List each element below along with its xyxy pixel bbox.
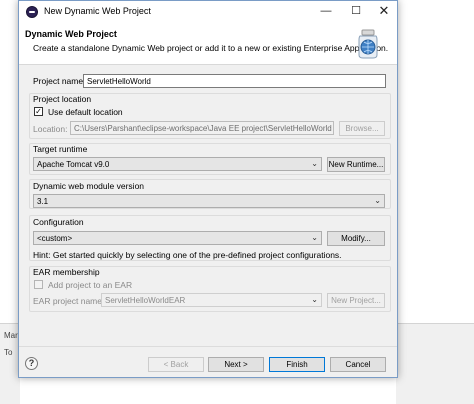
add-to-ear-label: Add project to an EAR xyxy=(48,280,133,290)
module-version-title: Dynamic web module version xyxy=(33,181,145,191)
modify-button[interactable]: Modify... xyxy=(327,231,385,246)
project-name-input[interactable]: ServletHelloWorld xyxy=(83,74,386,88)
minimize-icon[interactable]: — xyxy=(315,3,337,19)
workbench-background-right xyxy=(396,323,474,404)
web-project-jar-icon xyxy=(358,29,378,59)
page-description: Create a standalone Dynamic Web project … xyxy=(33,43,389,53)
eclipse-icon xyxy=(26,6,38,18)
chevron-down-icon: ⌄ xyxy=(311,233,318,242)
cancel-button[interactable]: Cancel xyxy=(330,357,386,372)
ear-project-select[interactable]: ServletHelloWorldEAR ⌄ xyxy=(101,293,322,307)
browse-button[interactable]: Browse... xyxy=(339,121,385,136)
back-button[interactable]: < Back xyxy=(148,357,204,372)
dialog-window: New Dynamic Web Project — ☐ ✕ Dynamic We… xyxy=(18,0,398,378)
add-to-ear-checkbox[interactable] xyxy=(34,280,43,289)
title-bar: New Dynamic Web Project — ☐ ✕ xyxy=(19,1,397,23)
location-label: Location: xyxy=(33,124,68,134)
configuration-value: <custom> xyxy=(37,234,73,243)
background-item-label: To xyxy=(4,348,13,357)
chevron-down-icon: ⌄ xyxy=(311,159,318,168)
next-button[interactable]: Next > xyxy=(208,357,264,372)
ear-project-name-label: EAR project name: xyxy=(33,296,105,306)
configuration-hint: Hint: Get started quickly by selecting o… xyxy=(33,250,342,260)
use-default-location-label: Use default location xyxy=(48,107,123,117)
footer-divider xyxy=(19,346,397,347)
maximize-icon[interactable]: ☐ xyxy=(345,3,367,19)
target-runtime-title: Target runtime xyxy=(33,144,88,154)
configuration-title: Configuration xyxy=(33,217,84,227)
configuration-select[interactable]: <custom> ⌄ xyxy=(33,231,322,245)
project-name-label: Project name: xyxy=(33,76,86,86)
location-input[interactable]: C:\Users\Parshant\eclipse-workspace\Java… xyxy=(70,121,334,135)
ear-membership-title: EAR membership xyxy=(33,267,100,277)
target-runtime-select[interactable]: Apache Tomcat v9.0 ⌄ xyxy=(33,157,322,171)
new-ear-project-button[interactable]: New Project... xyxy=(327,293,385,308)
window-title: New Dynamic Web Project xyxy=(44,6,151,16)
chevron-down-icon: ⌄ xyxy=(311,295,318,304)
target-runtime-value: Apache Tomcat v9.0 xyxy=(37,160,110,169)
new-runtime-button[interactable]: New Runtime... xyxy=(327,157,385,172)
use-default-location-checkbox[interactable]: ✓ xyxy=(34,107,43,116)
close-icon[interactable]: ✕ xyxy=(373,3,395,19)
project-location-title: Project location xyxy=(33,94,92,104)
module-version-select[interactable]: 3.1 ⌄ xyxy=(33,194,385,208)
module-version-value: 3.1 xyxy=(37,197,49,206)
ear-project-value: ServletHelloWorldEAR xyxy=(105,296,186,305)
chevron-down-icon: ⌄ xyxy=(374,196,381,205)
page-title: Dynamic Web Project xyxy=(25,29,117,39)
wizard-header: Dynamic Web Project Create a standalone … xyxy=(19,23,397,65)
finish-button[interactable]: Finish xyxy=(269,357,325,372)
help-icon[interactable]: ? xyxy=(25,357,38,370)
